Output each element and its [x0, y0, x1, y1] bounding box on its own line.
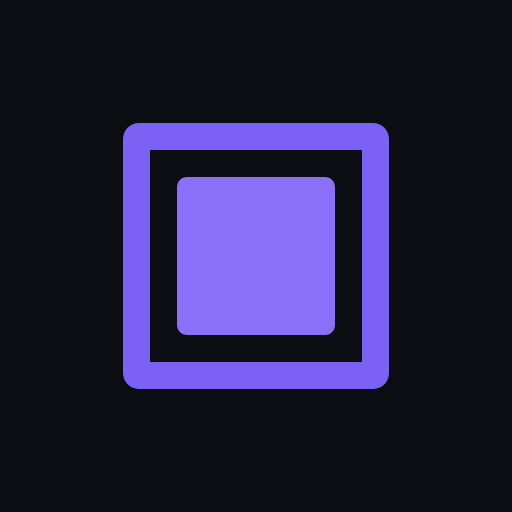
icon-canvas [0, 0, 512, 512]
stop-square-icon [123, 123, 389, 389]
inner-square [177, 177, 335, 335]
